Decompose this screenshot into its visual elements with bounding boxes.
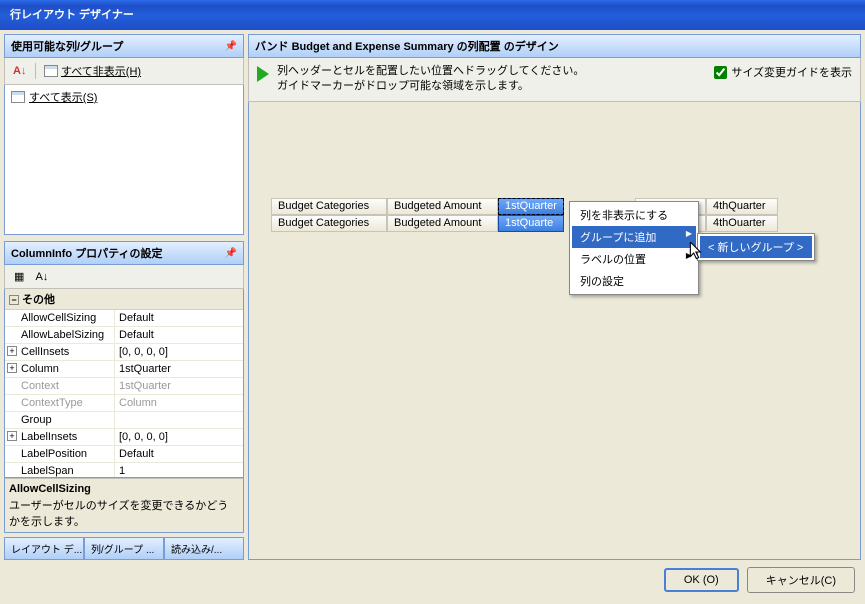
checkbox-input[interactable] — [714, 66, 727, 79]
dialog-footer: OK (O) キャンセル(C) — [0, 560, 865, 600]
design-hint: 列ヘッダーとセルを配置したい位置へドラッグしてください。 ガイドマーカーがドロッ… — [277, 64, 706, 95]
window-title: 行レイアウト デザイナー — [10, 9, 134, 21]
menu-hide-column[interactable]: 列を非表示にする — [572, 204, 696, 226]
design-toolbar: 列ヘッダーとセルを配置したい位置へドラッグしてください。 ガイドマーカーがドロッ… — [248, 58, 861, 102]
play-icon — [257, 66, 269, 82]
col-header[interactable]: Budget Categories — [271, 198, 387, 215]
tab-layout[interactable]: レイアウト デ... — [4, 537, 84, 560]
property-row[interactable]: ContextTypeColumn — [5, 395, 243, 412]
property-grid[interactable]: −その他 AllowCellSizingDefaultAllowLabelSiz… — [4, 289, 244, 478]
property-row[interactable]: LabelSpan1 — [5, 463, 243, 478]
property-row[interactable]: AllowCellSizingDefault — [5, 310, 243, 327]
property-help: AllowCellSizing ユーザーがセルのサイズを変更できるかどうかを示し… — [4, 478, 244, 533]
menu-column-settings[interactable]: 列の設定 — [572, 270, 696, 292]
show-all-item[interactable]: すべて表示(S) — [7, 87, 241, 107]
show-guides-checkbox[interactable]: サイズ変更ガイドを表示 — [714, 64, 852, 80]
col-cell[interactable]: 4thOuarter — [706, 215, 778, 232]
available-columns-header: 使用可能な列/グループ 📌 — [4, 34, 244, 58]
col-header[interactable]: Budgeted Amount — [387, 198, 498, 215]
properties-header: ColumnInfo プロパティの設定 📌 — [4, 241, 244, 265]
property-row[interactable]: AllowLabelSizingDefault — [5, 327, 243, 344]
submenu-new-group[interactable]: < 新しいグループ > — [700, 236, 812, 258]
tab-groups[interactable]: 列/グループ ... — [84, 537, 164, 560]
col-header[interactable]: 4thQuarter — [706, 198, 778, 215]
alpha-button[interactable]: A↓ — [31, 269, 52, 285]
design-canvas[interactable]: Budget Categories Budgeted Amount 1stQua… — [248, 102, 861, 560]
menu-label-position[interactable]: ラベルの位置 — [572, 248, 696, 270]
design-header: バンド Budget and Expense Summary の列配置 のデザイ… — [248, 34, 861, 58]
bottom-tabs: レイアウト デ... 列/グループ ... 読み込み/... — [4, 537, 244, 560]
col-cell[interactable]: Budgeted Amount — [387, 215, 498, 232]
col-cell[interactable]: Budget Categories — [271, 215, 387, 232]
col-cell-selected[interactable]: 1stQuarte — [498, 215, 564, 232]
property-row[interactable]: LabelPositionDefault — [5, 446, 243, 463]
ok-button[interactable]: OK (O) — [664, 568, 739, 592]
property-toolbar: ▦ A↓ — [4, 265, 244, 289]
left-toolbar: A↓ すべて非表示(H) — [4, 58, 244, 85]
hide-all-button[interactable]: すべて非表示(H) — [40, 61, 145, 81]
context-submenu[interactable]: < 新しいグループ > — [697, 233, 815, 261]
property-row[interactable]: +LabelInsets[0, 0, 0, 0] — [5, 429, 243, 446]
sort-button[interactable]: A↓ — [9, 63, 31, 79]
categorize-button[interactable]: ▦ — [10, 268, 28, 285]
pin-icon[interactable]: 📌 — [225, 248, 237, 259]
window-titlebar: 行レイアウト デザイナー — [0, 0, 865, 30]
col-header-selected[interactable]: 1stQuarter — [498, 198, 564, 215]
grid-icon — [11, 91, 25, 103]
cancel-button[interactable]: キャンセル(C) — [747, 567, 855, 593]
context-menu[interactable]: 列を非表示にする グループに追加 ラベルの位置 列の設定 — [569, 201, 699, 295]
property-row[interactable]: +Column1stQuarter — [5, 361, 243, 378]
pin-icon[interactable]: 📌 — [225, 41, 237, 52]
tab-load[interactable]: 読み込み/... — [164, 537, 244, 560]
property-row[interactable]: Group — [5, 412, 243, 429]
property-row[interactable]: +CellInsets[0, 0, 0, 0] — [5, 344, 243, 361]
menu-add-to-group[interactable]: グループに追加 — [572, 226, 696, 248]
property-row[interactable]: Context1stQuarter — [5, 378, 243, 395]
grid-icon — [44, 65, 58, 77]
columns-tree[interactable]: すべて表示(S) — [4, 85, 244, 235]
category-row[interactable]: −その他 — [5, 289, 243, 310]
